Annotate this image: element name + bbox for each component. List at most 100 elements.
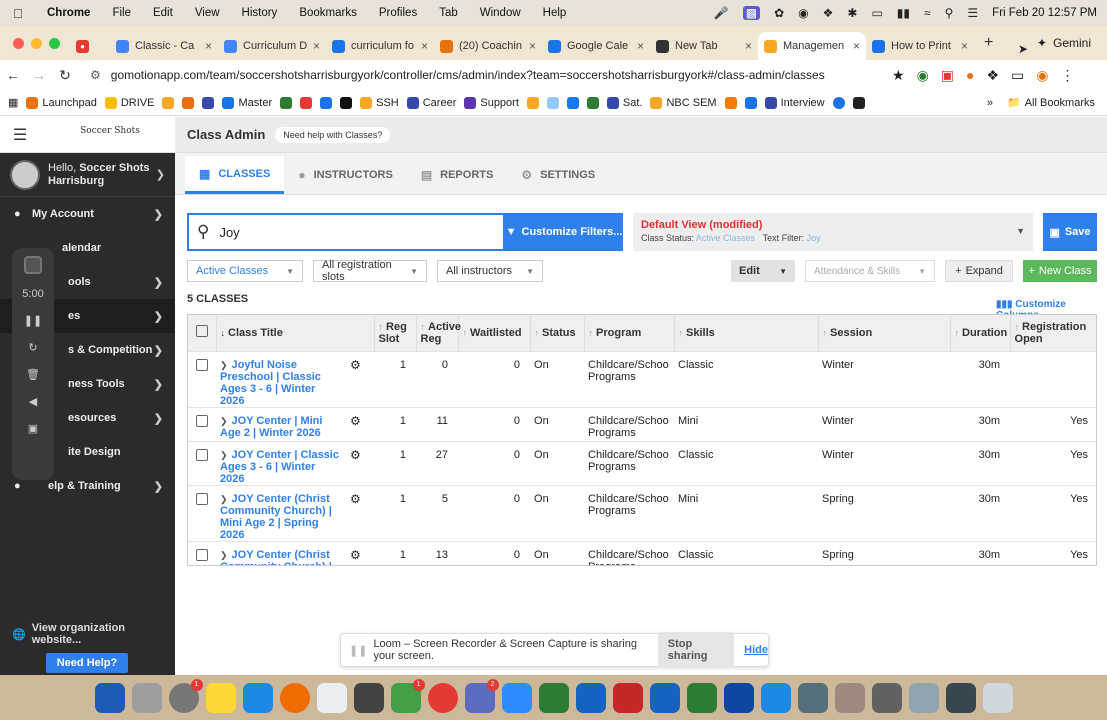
class-title-link[interactable]: Joyful Noise Preschool | Classic Ages 3 … (220, 359, 321, 407)
col-active-reg[interactable]: ↑ Active Reg (416, 315, 461, 351)
excel-icon[interactable] (686, 682, 717, 713)
close-tab-icon[interactable]: × (745, 39, 752, 53)
help-classes-link[interactable]: Need help with Classes? (275, 126, 391, 143)
trash-icon[interactable] (982, 682, 1013, 713)
bookmark-icon-b[interactable] (182, 96, 195, 109)
site-info-icon[interactable]: ⚙ (90, 68, 101, 82)
soccer-shots-logo[interactable]: Soccer Shots (80, 121, 140, 149)
new-tab-button[interactable]: + (974, 34, 1003, 52)
row-checkbox[interactable] (196, 492, 208, 505)
close-tab-icon[interactable]: × (421, 39, 428, 53)
bookmark-icon-a[interactable] (162, 96, 175, 109)
bookmark-master[interactable]: Master (222, 96, 272, 109)
bookmark-drive[interactable]: DRIVE (104, 96, 154, 109)
close-tab-icon[interactable]: × (853, 39, 860, 53)
bookmark-icon-h[interactable] (526, 96, 539, 109)
minimize-window-button[interactable] (31, 37, 42, 49)
menu-window[interactable]: Window (469, 7, 532, 19)
col-duration[interactable]: ↑ Duration (950, 315, 1011, 351)
system-settings-icon[interactable]: 1 (168, 678, 203, 713)
col-registration-open[interactable]: ↑ Registration Open (1010, 315, 1096, 351)
restart-icon[interactable]: ↻ (28, 341, 37, 354)
chatgpt-icon[interactable]: ❖ (823, 6, 834, 20)
bookmark-nbc-sem[interactable]: NBC SEM (650, 96, 717, 109)
bookmark-icon-l[interactable] (724, 96, 737, 109)
col-skills[interactable]: ↑ Skills (674, 315, 819, 351)
notes-icon[interactable] (205, 682, 236, 713)
class-title-link[interactable]: JOY Center (Christ Community Church) | C… (220, 549, 332, 566)
bookmark-icon-d[interactable] (280, 96, 293, 109)
search-input[interactable] (219, 224, 480, 240)
close-window-button[interactable] (13, 37, 24, 49)
zoom-icon[interactable] (501, 682, 532, 713)
col-status[interactable]: ↑ Status (530, 315, 585, 351)
expand-row-icon[interactable]: ❯ (220, 360, 228, 370)
tab-6[interactable]: New Tab × (650, 32, 758, 60)
teams-icon[interactable]: 2 (464, 678, 499, 713)
sidebar-item-my-account[interactable]: ● My Account ❯ (0, 197, 175, 231)
view-org-website-link[interactable]: 🌐 View organization website... (0, 619, 175, 649)
reminders-icon[interactable] (316, 682, 347, 713)
col-waitlisted[interactable]: ↑ Waitlisted (458, 315, 531, 351)
class-title-link[interactable]: JOY Center | Mini Age 2 | Winter 2026 (220, 415, 322, 439)
expand-row-icon[interactable]: ❯ (220, 416, 228, 426)
bookmark-icon-f[interactable] (320, 96, 333, 109)
bookmark-icon-n[interactable] (832, 96, 845, 109)
table-row[interactable]: ❯JOY Center (Christ Community Church) | … (188, 540, 1096, 566)
zoom-window-button[interactable] (49, 37, 60, 49)
gear-icon[interactable]: ⚙ (350, 414, 361, 428)
row-checkbox[interactable] (196, 414, 208, 427)
class-title-link[interactable]: JOY Center | Classic Ages 3 - 6 | Winter… (220, 449, 339, 485)
table-row[interactable]: ❯ JOY Center | Classic Ages 3 - 6 | Winte… (188, 440, 1096, 485)
tab-5[interactable]: Google Cale × (542, 32, 650, 60)
menu-edit[interactable]: Edit (142, 7, 184, 19)
hide-link[interactable]: Hide (744, 644, 768, 656)
stop-sharing-button[interactable]: Stop sharing (657, 632, 735, 668)
url-field[interactable]: ⚙ gomotionapp.com/team/soccershotsharris… (86, 63, 876, 87)
close-tab-icon[interactable]: × (961, 39, 968, 53)
reload-icon[interactable]: ↻ (52, 67, 78, 84)
bookmark-interview[interactable]: Interview (764, 96, 825, 109)
search-icon[interactable]: ⚲ (945, 6, 954, 20)
customize-filters-button[interactable]: ▼ Customize Filters... (505, 213, 623, 251)
drag-handle-icon[interactable]: ❚❚ (349, 644, 367, 657)
screenshot-icon[interactable] (353, 682, 384, 713)
apps-grid-icon[interactable]: ▦ (8, 96, 18, 109)
back-arrow-icon[interactable]: ← (0, 67, 26, 83)
puzzle-icon[interactable]: ❖ (986, 67, 999, 84)
tab-2[interactable]: Curriculum D × (218, 32, 326, 60)
bookmark-launchpad[interactable]: Launchpad (26, 96, 97, 109)
menu-app[interactable]: Chrome (36, 7, 101, 19)
display-icon[interactable]: ▭ (871, 6, 882, 20)
tab-search-icon[interactable]: ▭ (1011, 67, 1024, 84)
extension-badge-icon[interactable]: ▣ (941, 67, 954, 84)
row-checkbox[interactable] (196, 548, 208, 561)
tab-8[interactable]: How to Print × (866, 32, 974, 60)
archive-icon[interactable] (834, 682, 865, 713)
bookmark-icon-e[interactable] (300, 96, 313, 109)
bookmark-icon-j[interactable] (566, 96, 579, 109)
menu-history[interactable]: History (231, 7, 289, 19)
calculator-icon[interactable] (871, 682, 902, 713)
save-view-button[interactable]: ▣ Save (1043, 213, 1097, 251)
screen-share-icon[interactable]: ▩ (742, 6, 761, 20)
close-tab-icon[interactable]: × (637, 39, 644, 53)
quicktime-icon[interactable] (945, 682, 976, 713)
tab-instructors[interactable]: ● INSTRUCTORS (284, 156, 407, 194)
new-class-button[interactable]: + New Class (1023, 260, 1097, 282)
trash-icon[interactable]: 🗑 (26, 368, 40, 381)
tab-reports[interactable]: ▤ REPORTS (407, 156, 508, 194)
pause-icon[interactable]: ❚❚ (24, 314, 42, 327)
table-row[interactable]: ❯ JOY Center | Mini Age 2 | Winter 2026 ⚙ 1… (188, 406, 1096, 441)
view-selector[interactable]: Default View (modified) Class Status: Ac… (633, 213, 1033, 251)
bookmark-support[interactable]: Support (464, 96, 519, 109)
camera-icon[interactable]: ◉ (798, 6, 808, 20)
gear-icon[interactable]: ⚙ (350, 358, 361, 372)
expand-row-icon[interactable]: ❯ (220, 450, 228, 460)
gear-icon[interactable]: ⚙ (350, 492, 361, 506)
microphone-icon[interactable]: 🎤 (714, 6, 729, 20)
attendance-skills-button[interactable]: Attendance & Skills ▼ (805, 260, 935, 282)
facetime-icon[interactable] (538, 682, 569, 713)
bookmark-icon-g[interactable] (340, 96, 353, 109)
row-checkbox[interactable] (196, 448, 208, 461)
